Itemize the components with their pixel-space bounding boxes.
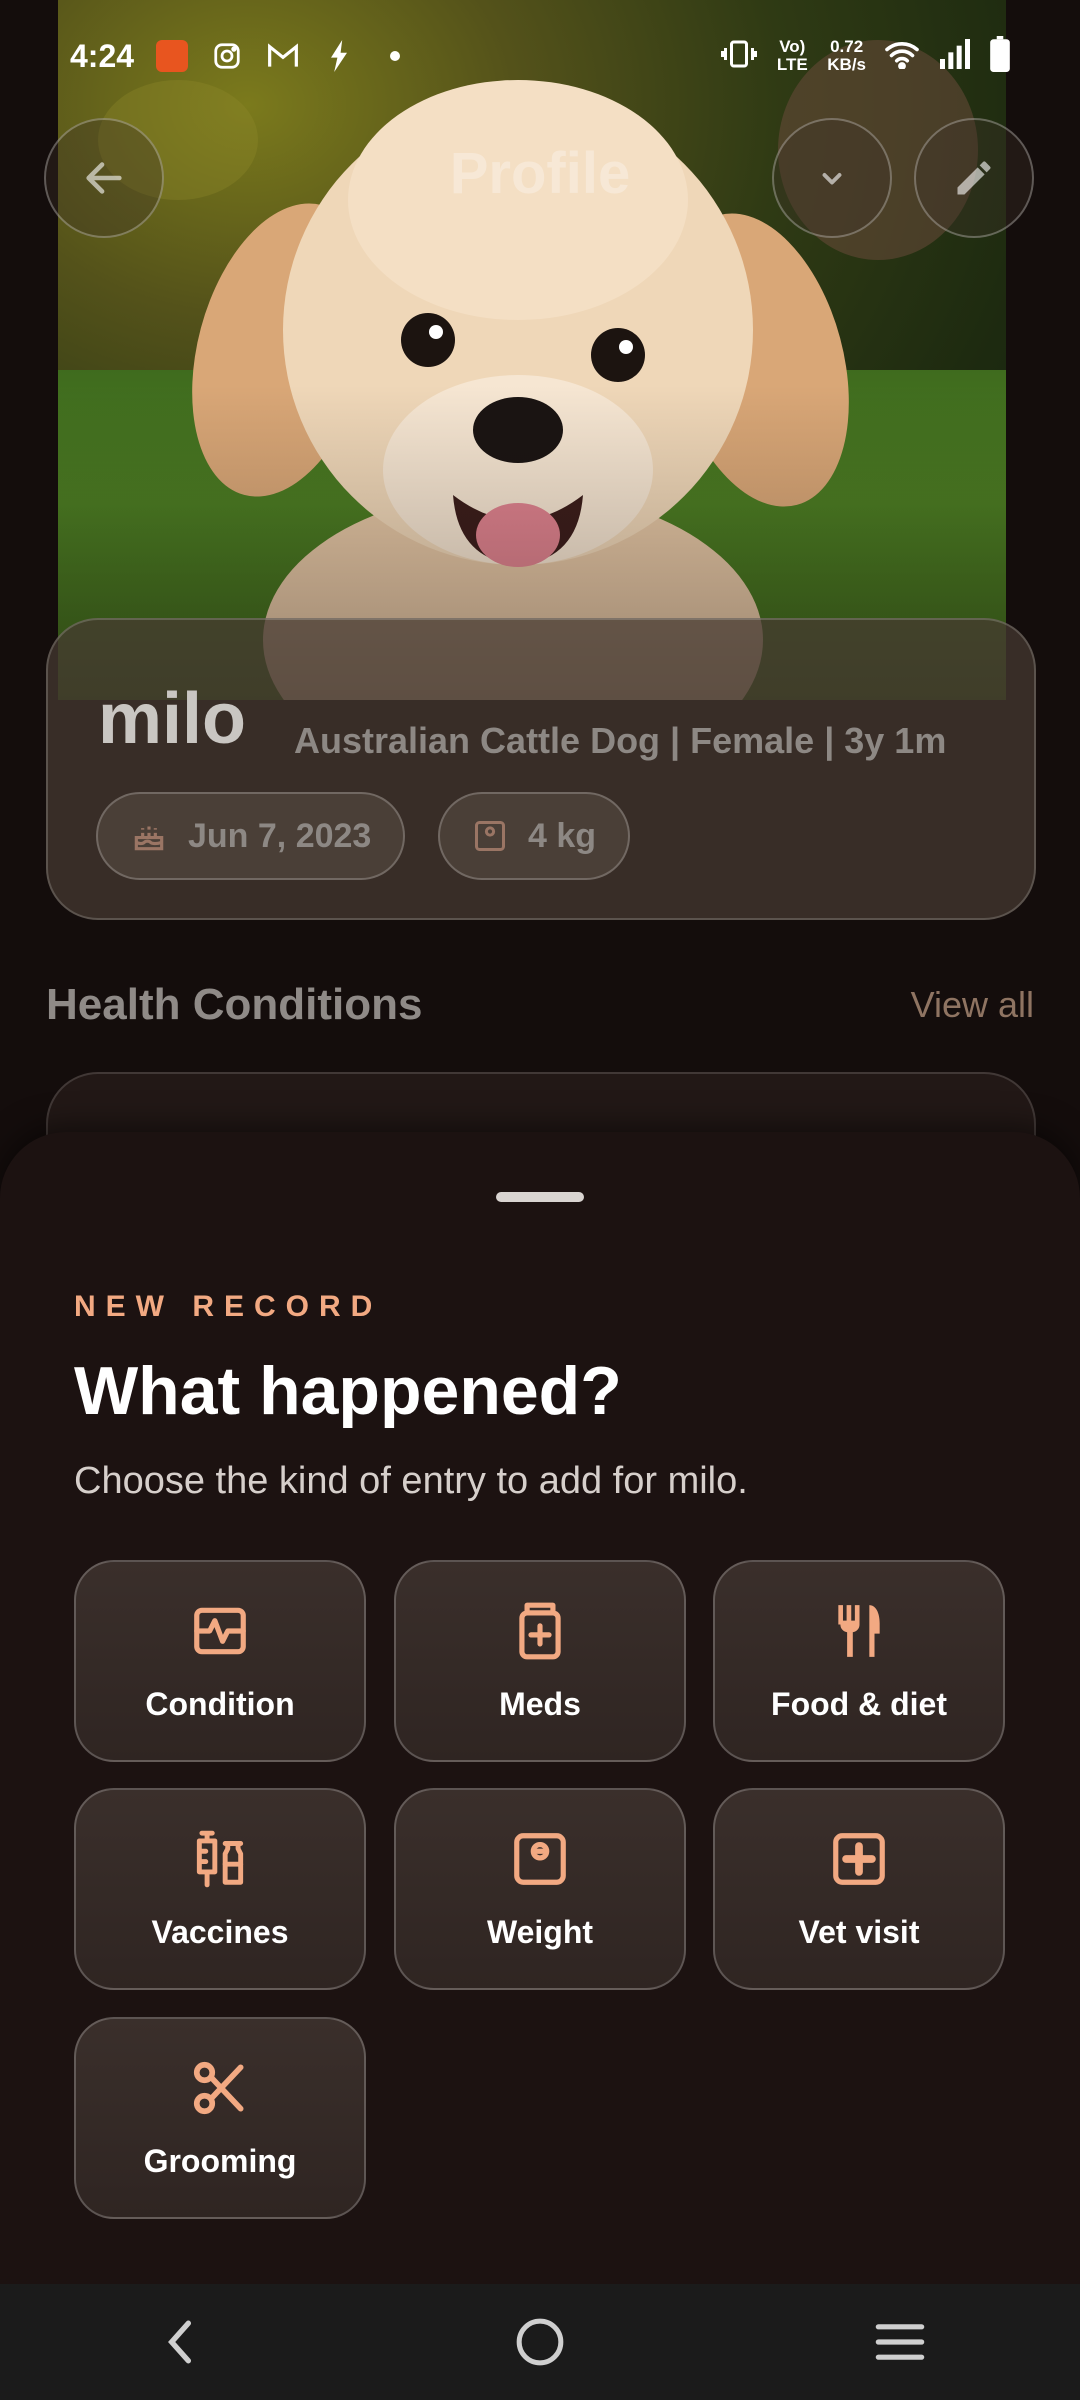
battery-icon [990,35,1010,77]
option-label: Grooming [143,2142,297,2179]
syringe-vial-icon [196,1830,244,1887]
nav-recents-button[interactable] [840,2292,960,2392]
wifi-icon [884,39,920,74]
option-condition[interactable]: Condition [74,1560,366,1762]
charging-bolt-icon [322,39,356,73]
chevron-down-icon [822,173,842,185]
nav-home-icon [516,2318,564,2366]
option-label: Weight [486,1913,594,1950]
fork-knife-icon [838,1604,880,1657]
switch-pet-button[interactable] [772,118,892,238]
new-record-sheet: NEW RECORD What happened? Choose the kin… [0,1132,1080,2284]
status-time: 4:24 [70,37,135,74]
scissors-icon [193,2061,244,2114]
weight-value: 4 kg [528,816,597,855]
option-label: Condition [145,1685,295,1722]
option-vet-visit[interactable]: Vet visit [713,1788,1005,1990]
status-bar: 4:24 Vo) LTE 0.72 KB/s [0,0,1080,112]
pet-name: milo [98,679,247,759]
sheet-drag-handle[interactable] [496,1192,584,1202]
option-label: Meds [499,1685,581,1722]
sheet-eyebrow: NEW RECORD [74,1290,383,1323]
pulse-icon [194,1607,246,1654]
sheet-subline: Choose the kind of entry to add for milo… [74,1460,748,1502]
scale-icon [514,1832,566,1885]
network-type: Vo) LTE [776,37,808,74]
view-all-link[interactable]: View all [911,984,1034,1026]
gmail-icon [266,39,300,73]
nav-home-button[interactable] [480,2292,600,2392]
pet-details: Australian Cattle Dog | Female | 3y 1m [294,720,947,761]
nav-back-button[interactable] [120,2292,240,2392]
pencil-icon [957,161,991,195]
scale-icon [475,821,505,851]
option-label: Vet visit [798,1913,920,1950]
system-nav-bar [0,2284,1080,2400]
pet-profile-card: milo Australian Cattle Dog | Female | 3y… [46,618,1036,920]
birthday-value: Jun 7, 2023 [188,816,372,855]
signal-icon [938,38,972,74]
vibrate-icon [721,39,758,74]
option-label: Vaccines [151,1913,289,1950]
medical-kit-icon [833,1832,885,1885]
profile-screen: 4:24 Vo) LTE 0.72 KB/s Profile milo Aust… [0,0,1080,2400]
net-speed-unit: KB/s [827,55,866,74]
dot-icon [378,39,412,73]
nav-back-icon [168,2320,192,2364]
weight-chip: 4 kg [438,792,631,880]
net-speed-value: 0.72 [830,37,864,56]
health-conditions-title: Health Conditions [46,980,423,1029]
edit-profile-button[interactable] [914,118,1034,238]
nav-menu-icon [875,2324,925,2360]
option-vaccines[interactable]: Vaccines [74,1788,366,1990]
option-weight[interactable]: Weight [394,1788,686,1990]
option-food-diet[interactable]: Food & diet [713,1560,1005,1762]
birthday-chip: Jun 7, 2023 [96,792,406,880]
option-meds[interactable]: Meds [394,1560,686,1762]
option-grooming[interactable]: Grooming [74,2017,366,2219]
cake-icon [134,826,164,851]
medicine-bottle-icon [519,1602,561,1659]
sheet-headline: What happened? [74,1353,622,1429]
net-speed: 0.72 KB/s [827,38,866,74]
option-label: Food & diet [771,1685,947,1722]
instagram-icon [210,39,244,73]
shop-app-icon [156,40,189,72]
